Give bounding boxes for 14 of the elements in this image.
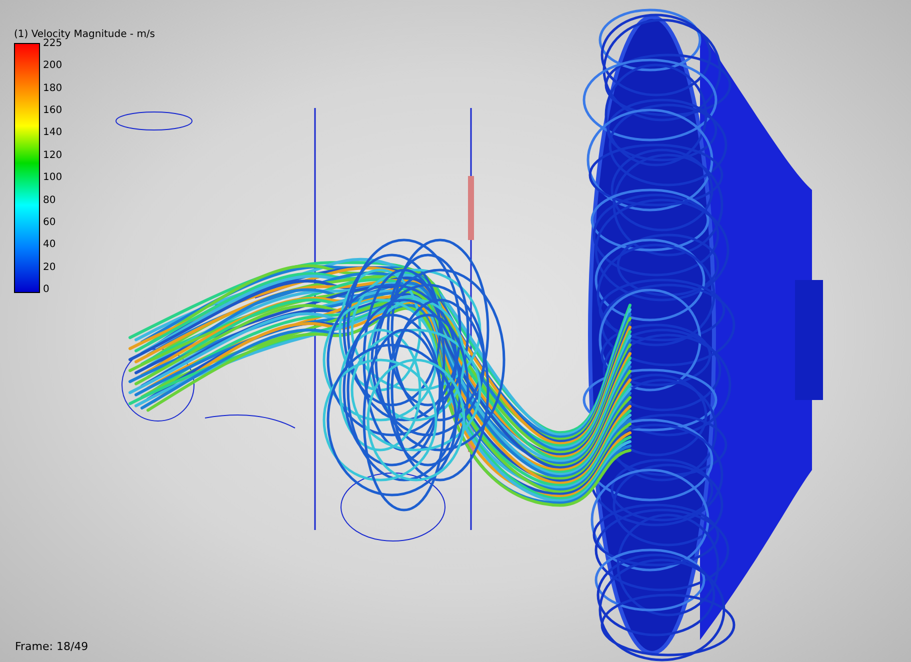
- scale-tick-label: 40: [43, 240, 57, 250]
- scale-tick-label: 160: [43, 106, 62, 116]
- scale-tick-label: 20: [43, 262, 57, 273]
- scale-tick-label: 200: [43, 61, 62, 72]
- scale-tick-label: 225: [43, 39, 62, 49]
- scale-tick-label: 80: [43, 196, 57, 206]
- scale-tick-label: 140: [43, 128, 62, 138]
- frame-counter: Frame: 18/49: [15, 641, 88, 652]
- scale-tick-label: 100: [43, 173, 62, 184]
- scale-tick-label: 120: [43, 150, 62, 161]
- legend-title: (1) Velocity Magnitude - m/s: [14, 30, 156, 40]
- scale-tick-label: 180: [43, 84, 62, 94]
- scale-tick-label: 0: [43, 284, 50, 295]
- scale-tick-label: 60: [43, 218, 57, 228]
